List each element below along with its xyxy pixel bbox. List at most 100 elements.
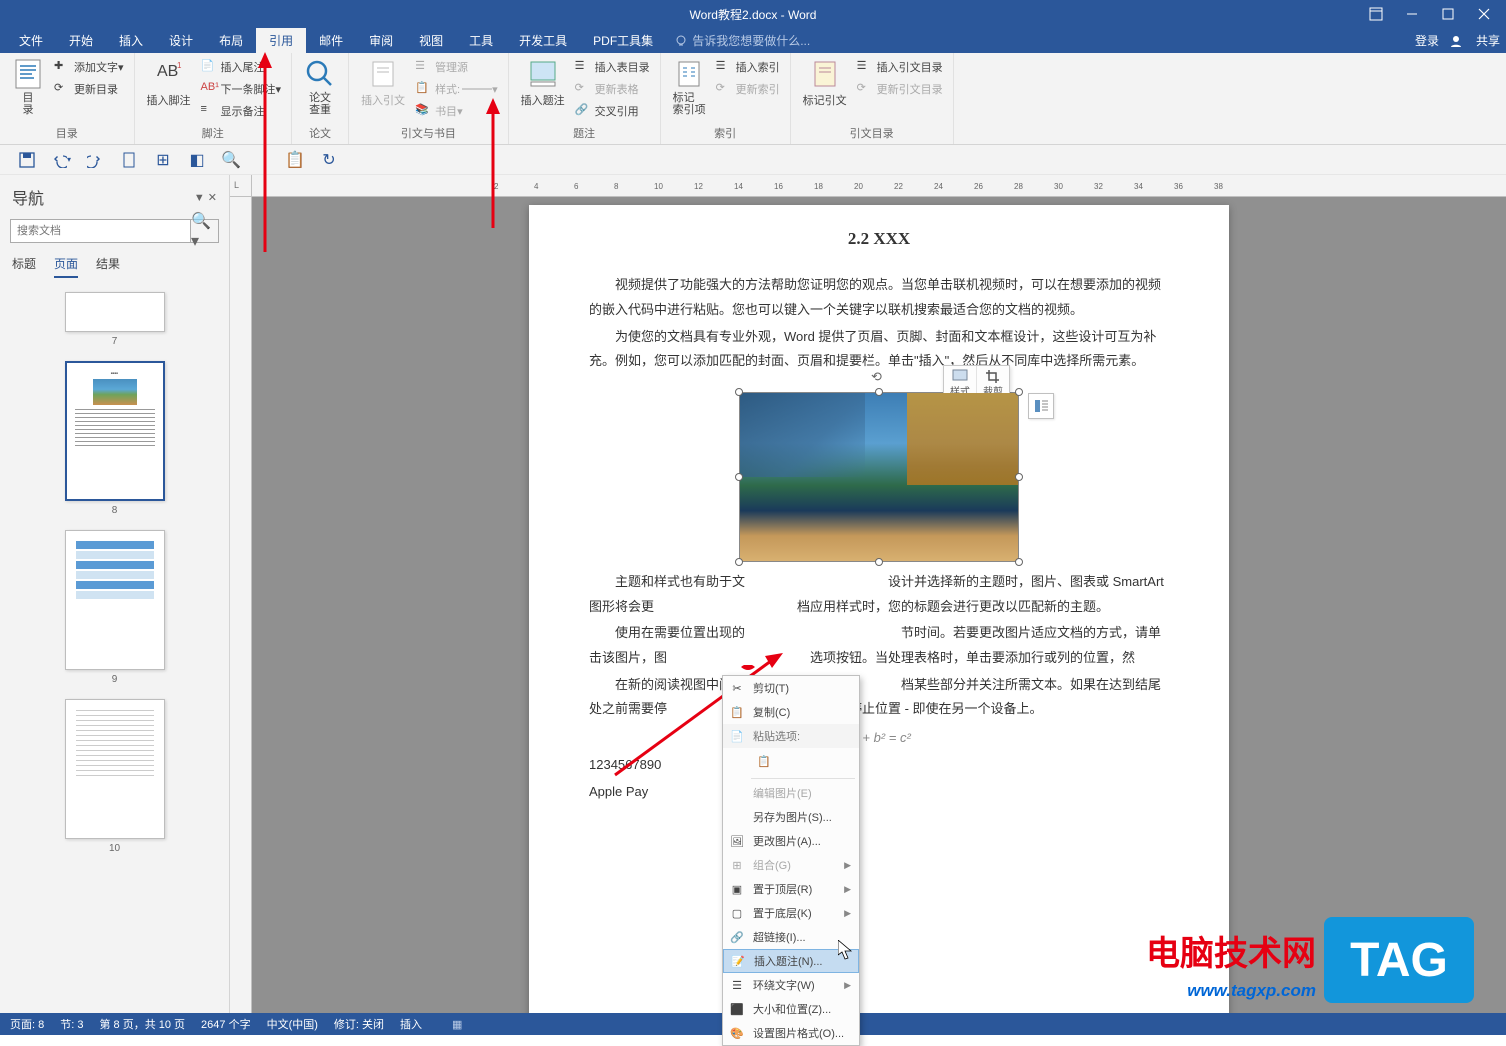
resize-handle-t[interactable] — [875, 388, 883, 396]
ctx-copy[interactable]: 📋复制(C) — [723, 700, 859, 724]
share-button[interactable]: 共享 — [1449, 32, 1500, 49]
new-button[interactable] — [112, 147, 146, 173]
tab-insert[interactable]: 插入 — [106, 28, 156, 53]
manage-sources-button[interactable]: ☰管理源 — [411, 56, 502, 78]
tab-layout[interactable]: 布局 — [206, 28, 256, 53]
show-notes-button[interactable]: ≡显示备注 — [197, 100, 286, 122]
ctx-wrap-text[interactable]: ☰环绕文字(W)▶ — [723, 973, 859, 997]
resize-handle-l[interactable] — [735, 473, 743, 481]
thumbnail-9[interactable]: 9 — [0, 530, 229, 685]
redo-icon — [87, 152, 103, 168]
mark-citation-button[interactable]: 标记引文 — [797, 56, 853, 110]
tab-view[interactable]: 视图 — [406, 28, 456, 53]
nav-tab-pages[interactable]: 页面 — [54, 255, 78, 278]
insert-footnote-button[interactable]: AB1 插入脚注 — [141, 56, 197, 110]
ctx-change-picture[interactable]: 🖼更改图片(A)... — [723, 829, 859, 853]
resize-handle-r[interactable] — [1015, 473, 1023, 481]
nav-close-button[interactable]: ▼ ✕ — [194, 191, 217, 204]
tab-home[interactable]: 开始 — [56, 28, 106, 53]
ctx-cut[interactable]: ✂剪切(T) — [723, 676, 859, 700]
layout-options-button[interactable] — [1028, 393, 1054, 419]
insert-caption-button[interactable]: 插入题注 — [515, 56, 571, 110]
redo-button[interactable] — [78, 147, 112, 173]
qat-more-4[interactable]: 📋 — [278, 147, 312, 173]
tell-me-search[interactable]: 告诉我您想要做什么... — [674, 32, 810, 49]
sign-in-link[interactable]: 登录 — [1415, 32, 1439, 49]
horizontal-ruler[interactable]: L 2468 10121416 18202224 26283032 343638 — [230, 175, 1506, 197]
update-toc-button[interactable]: ⟳更新目录 — [50, 78, 128, 100]
insert-citation-button[interactable]: 插入引文 — [355, 56, 411, 110]
maximize-icon[interactable] — [1430, 0, 1466, 28]
rotate-handle[interactable]: ⟲ — [871, 365, 882, 390]
status-page-detail[interactable]: 第 8 页，共 10 页 — [99, 1016, 185, 1032]
close-icon[interactable] — [1466, 0, 1502, 28]
ctx-bring-front[interactable]: ▣置于顶层(R)▶ — [723, 877, 859, 901]
qat-more-5[interactable]: ↻ — [312, 147, 346, 173]
next-footnote-button[interactable]: AB¹下一条脚注 ▾ — [197, 78, 286, 100]
minimize-icon[interactable] — [1394, 0, 1430, 28]
svg-text:26: 26 — [974, 182, 983, 191]
status-track-changes[interactable]: 修订: 关闭 — [334, 1016, 384, 1032]
resize-handle-tr[interactable] — [1015, 388, 1023, 396]
cross-reference-button[interactable]: 🔗交叉引用 — [571, 100, 654, 122]
tab-pdf[interactable]: PDF工具集 — [580, 28, 666, 53]
resize-handle-b[interactable] — [875, 558, 883, 566]
svg-text:38: 38 — [1214, 182, 1223, 191]
ctx-paste-option[interactable]: 📋 — [753, 750, 775, 772]
thumbnail-10[interactable]: 10 — [0, 699, 229, 854]
update-table-button[interactable]: ⟳更新表格 — [571, 78, 654, 100]
status-insert-mode[interactable]: 插入 — [400, 1016, 422, 1032]
insert-endnote-button[interactable]: 📄插入尾注 — [197, 56, 286, 78]
toc-button[interactable]: 目 录 — [6, 56, 50, 118]
status-macro-icon[interactable]: ▦ — [452, 1018, 462, 1031]
nav-search-box[interactable]: 🔍 ▾ — [10, 219, 219, 243]
resize-handle-bl[interactable] — [735, 558, 743, 566]
insert-index-button[interactable]: ☰插入索引 — [712, 56, 784, 78]
document-page[interactable]: 2.2 XXX 视频提供了功能强大的方法帮助您证明您的观点。当您单击联机视频时，… — [529, 205, 1229, 1013]
tab-references[interactable]: 引用 — [256, 28, 306, 53]
add-text-button[interactable]: ✚添加文字 ▾ — [50, 56, 128, 78]
tab-mailings[interactable]: 邮件 — [306, 28, 356, 53]
update-index-button[interactable]: ⟳更新索引 — [712, 78, 784, 100]
ctx-save-as-picture[interactable]: 另存为图片(S)... — [723, 805, 859, 829]
tab-file[interactable]: 文件 — [6, 28, 56, 53]
ctx-send-back[interactable]: ▢置于底层(K)▶ — [723, 901, 859, 925]
qat-more-3[interactable]: 🔍 — [214, 147, 248, 173]
resize-handle-br[interactable] — [1015, 558, 1023, 566]
nav-search-input[interactable] — [11, 220, 190, 242]
tab-tools[interactable]: 工具 — [456, 28, 506, 53]
search-icon[interactable]: 🔍 ▾ — [190, 220, 218, 242]
ctx-size-position[interactable]: ⬛大小和位置(Z)... — [723, 997, 859, 1021]
insert-authorities-button[interactable]: ☰插入引文目录 — [853, 56, 947, 78]
vertical-ruler[interactable] — [230, 197, 252, 1013]
nav-tab-results[interactable]: 结果 — [96, 255, 120, 278]
qat-more-1[interactable]: ⊞ — [146, 147, 180, 173]
ctx-format-picture[interactable]: 🎨设置图片格式(O)... — [723, 1021, 859, 1045]
status-word-count[interactable]: 2647 个字 — [201, 1016, 251, 1032]
selected-image[interactable]: ⟲ 样式 裁剪 — [739, 392, 1019, 562]
tab-review[interactable]: 审阅 — [356, 28, 406, 53]
nav-tab-headings[interactable]: 标题 — [12, 255, 36, 278]
resize-handle-tl[interactable] — [735, 388, 743, 396]
paper-check-button[interactable]: 论文 查重 — [298, 56, 342, 118]
qat-more-2[interactable]: ◧ — [180, 147, 214, 173]
update-authorities-button[interactable]: ⟳更新引文目录 — [853, 78, 947, 100]
bibliography-button[interactable]: 📚书目 ▾ — [411, 100, 502, 122]
status-section[interactable]: 节: 3 — [60, 1016, 83, 1032]
status-page[interactable]: 页面: 8 — [10, 1016, 44, 1032]
ribbon-options-icon[interactable] — [1358, 0, 1394, 28]
thumbnail-7[interactable]: 7 — [0, 292, 229, 347]
save-button[interactable] — [10, 147, 44, 173]
title-bar: Word教程2.docx - Word — [0, 0, 1506, 28]
style-dropdown[interactable]: 📋样式: ▾ — [411, 78, 502, 100]
status-language[interactable]: 中文(中国) — [267, 1016, 318, 1032]
next-icon: AB¹ — [201, 81, 217, 97]
thumbnail-8[interactable]: ■■■■ 8 — [0, 361, 229, 516]
mark-index-button[interactable]: 标记 索引项 — [667, 56, 712, 118]
undo-button[interactable]: ▾ — [44, 147, 78, 173]
svg-text:16: 16 — [774, 182, 783, 191]
tab-design[interactable]: 设计 — [156, 28, 206, 53]
insert-figures-button[interactable]: ☰插入表目录 — [571, 56, 654, 78]
document-viewport[interactable]: 2.2 XXX 视频提供了功能强大的方法帮助您证明您的观点。当您单击联机视频时，… — [252, 197, 1506, 1013]
tab-developer[interactable]: 开发工具 — [506, 28, 580, 53]
